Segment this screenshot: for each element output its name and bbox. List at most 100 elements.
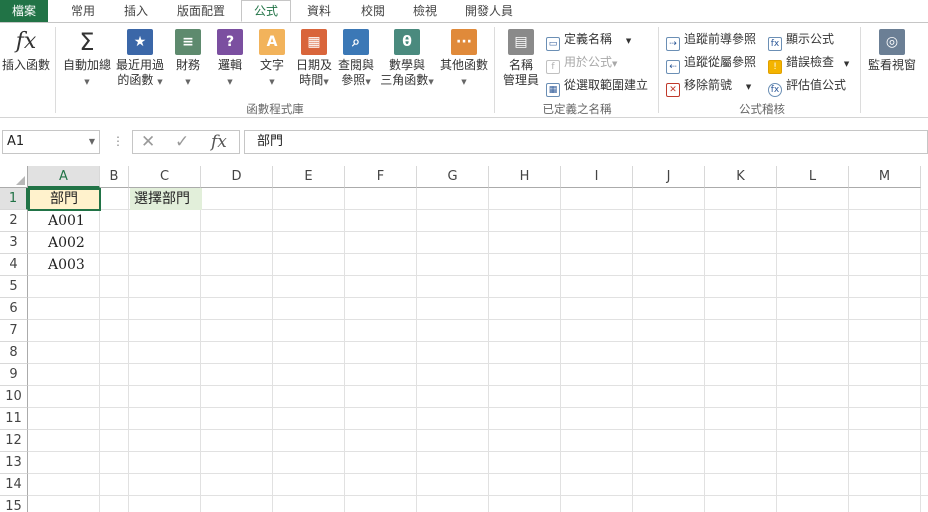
create-from-selection-label: 從選取範圍建立	[564, 78, 649, 92]
name-box[interactable]: A1 ▼	[2, 130, 100, 154]
insert-function-fx-button[interactable]: fx	[211, 131, 227, 153]
evaluate-formula-button[interactable]: fx 評估值公式	[768, 76, 847, 97]
chevron-down-icon: ▼	[365, 78, 371, 86]
evaluate-formula-label: 評估值公式	[786, 78, 847, 92]
ribbon: fx 插入函數 Σ 自動加總 ▼ ★ 最近用過 的函數 ▼ ≡ 財務 ▼ ? 邏輯 ▼ …	[0, 22, 928, 118]
column-header-a[interactable]: A	[28, 166, 100, 188]
chevron-down-icon: ▼	[269, 78, 275, 86]
lookup-label-1: 查閱與	[337, 58, 374, 72]
row-header-7[interactable]: 7	[0, 320, 28, 342]
trace-dependents-label: 追蹤從屬參照	[684, 55, 757, 69]
insert-function-button[interactable]: fx 插入函數	[0, 29, 52, 73]
financial-button[interactable]: ≡ 財務 ▼	[170, 29, 206, 90]
show-formulas-button[interactable]: fx 顯示公式	[768, 30, 834, 51]
lookup-label-2: 參照	[341, 73, 366, 87]
math-trig-button[interactable]: θ 數學與 三角函數▼	[378, 29, 436, 90]
autosum-button[interactable]: Σ 自動加總 ▼	[60, 29, 114, 90]
row-header-8[interactable]: 8	[0, 342, 28, 364]
cell-a4[interactable]: A003	[46, 254, 85, 276]
math-label-2: 三角函數	[380, 73, 429, 87]
date-time-button[interactable]: ▦ 日期及 時間▼	[294, 29, 334, 90]
column-header-d[interactable]: D	[201, 166, 273, 188]
cancel-icon[interactable]: ✕	[141, 131, 155, 153]
recently-used-button[interactable]: ★ 最近用過 的函數 ▼	[114, 29, 166, 90]
tab-file[interactable]: 檔案	[0, 0, 48, 22]
check-icon[interactable]: ✓	[175, 131, 189, 153]
logical-button[interactable]: ? 邏輯 ▼	[212, 29, 248, 90]
column-header-c[interactable]: C	[129, 166, 201, 188]
tab-insert[interactable]: 插入	[114, 0, 158, 22]
column-header-e[interactable]: E	[273, 166, 345, 188]
formula-bar-grip-icon[interactable]: ⋮	[112, 134, 124, 148]
row-header-2[interactable]: 2	[0, 210, 28, 232]
column-header-j[interactable]: J	[633, 166, 705, 188]
formula-icon: f	[546, 60, 560, 74]
ribbon-divider	[494, 27, 495, 113]
name-tags-icon: ▤	[508, 29, 534, 55]
row-header-6[interactable]: 6	[0, 298, 28, 320]
error-checking-button[interactable]: ! 錯誤檢查 ▼	[768, 53, 849, 74]
cell-a3[interactable]: A002	[46, 232, 85, 254]
row-header-13[interactable]: 13	[0, 452, 28, 474]
lookup-reference-button[interactable]: ⌕ 查閱與 參照▼	[336, 29, 376, 90]
row-header-14[interactable]: 14	[0, 474, 28, 496]
financial-label: 財務	[175, 58, 200, 72]
trace-dependents-icon: ⇠	[666, 60, 680, 74]
tab-review[interactable]: 校閱	[350, 0, 396, 22]
evaluate-formula-icon: fx	[768, 83, 782, 97]
select-all-triangle-icon	[16, 176, 25, 185]
trace-precedents-icon: ⇢	[666, 37, 680, 51]
tab-developer[interactable]: 開發人員	[456, 0, 522, 22]
row-header-5[interactable]: 5	[0, 276, 28, 298]
tab-formulas[interactable]: 公式	[241, 0, 291, 22]
tab-data[interactable]: 資料	[296, 0, 342, 22]
column-header-l[interactable]: L	[777, 166, 849, 188]
trace-dependents-button[interactable]: ⇠ 追蹤從屬參照	[666, 53, 757, 74]
row-header-9[interactable]: 9	[0, 364, 28, 386]
cell-a2[interactable]: A001	[46, 210, 85, 232]
chevron-down-icon[interactable]: ▼	[89, 131, 95, 153]
row-header-12[interactable]: 12	[0, 430, 28, 452]
name-manager-button[interactable]: ▤ 名稱 管理員	[500, 29, 542, 88]
define-name-button[interactable]: ▭ 定義名稱 ▼	[546, 30, 631, 51]
tab-view[interactable]: 檢視	[402, 0, 448, 22]
chevron-down-icon: ▼	[461, 78, 467, 86]
column-header-i[interactable]: I	[561, 166, 633, 188]
group-label-defined-names: 已定義之名稱	[542, 102, 612, 116]
row-header-11[interactable]: 11	[0, 408, 28, 430]
remove-arrows-button[interactable]: ✕ 移除箭號 ▼	[666, 76, 752, 97]
column-header-b[interactable]: B	[100, 166, 129, 188]
tab-home[interactable]: 常用	[58, 0, 108, 22]
autosum-label: 自動加總	[62, 58, 111, 72]
more-functions-button[interactable]: ··· 其他函數 ▼	[438, 29, 490, 90]
magnifier-icon: ⌕	[343, 29, 369, 55]
row-header-1[interactable]: 1	[0, 188, 28, 210]
glasses-icon: ◎	[879, 29, 905, 55]
create-from-selection-button[interactable]: ▦ 從選取範圍建立	[546, 76, 649, 97]
column-header-k[interactable]: K	[705, 166, 777, 188]
tab-page-layout[interactable]: 版面配置	[168, 0, 234, 22]
column-header-h[interactable]: H	[489, 166, 561, 188]
select-all-button[interactable]	[0, 166, 28, 188]
formula-input[interactable]: 部門	[244, 130, 928, 154]
name-manager-label-2: 管理員	[502, 73, 539, 87]
star-icon: ★	[127, 29, 153, 55]
trace-precedents-button[interactable]: ⇢ 追蹤前導參照	[666, 30, 757, 51]
text-button[interactable]: A 文字 ▼	[254, 29, 290, 90]
row-header-15[interactable]: 15	[0, 496, 28, 512]
watch-window-button[interactable]: ◎ 監看視窗	[864, 29, 920, 73]
chevron-down-icon: ▼	[745, 83, 752, 91]
row-header-10[interactable]: 10	[0, 386, 28, 408]
row-header-4[interactable]: 4	[0, 254, 28, 276]
column-header-m[interactable]: M	[849, 166, 921, 188]
column-header-g[interactable]: G	[417, 166, 489, 188]
active-cell-border	[28, 188, 101, 211]
column-header-f[interactable]: F	[345, 166, 417, 188]
cell-c1[interactable]: 選擇部門	[132, 188, 190, 210]
trace-precedents-label: 追蹤前導參照	[684, 32, 757, 46]
chevron-down-icon: ▼	[227, 78, 233, 86]
use-in-formula-button[interactable]: f 用於公式▼	[546, 53, 617, 74]
row-header-3[interactable]: 3	[0, 232, 28, 254]
chevron-down-icon: ▼	[185, 78, 191, 86]
chevron-down-icon: ▼	[323, 78, 329, 86]
